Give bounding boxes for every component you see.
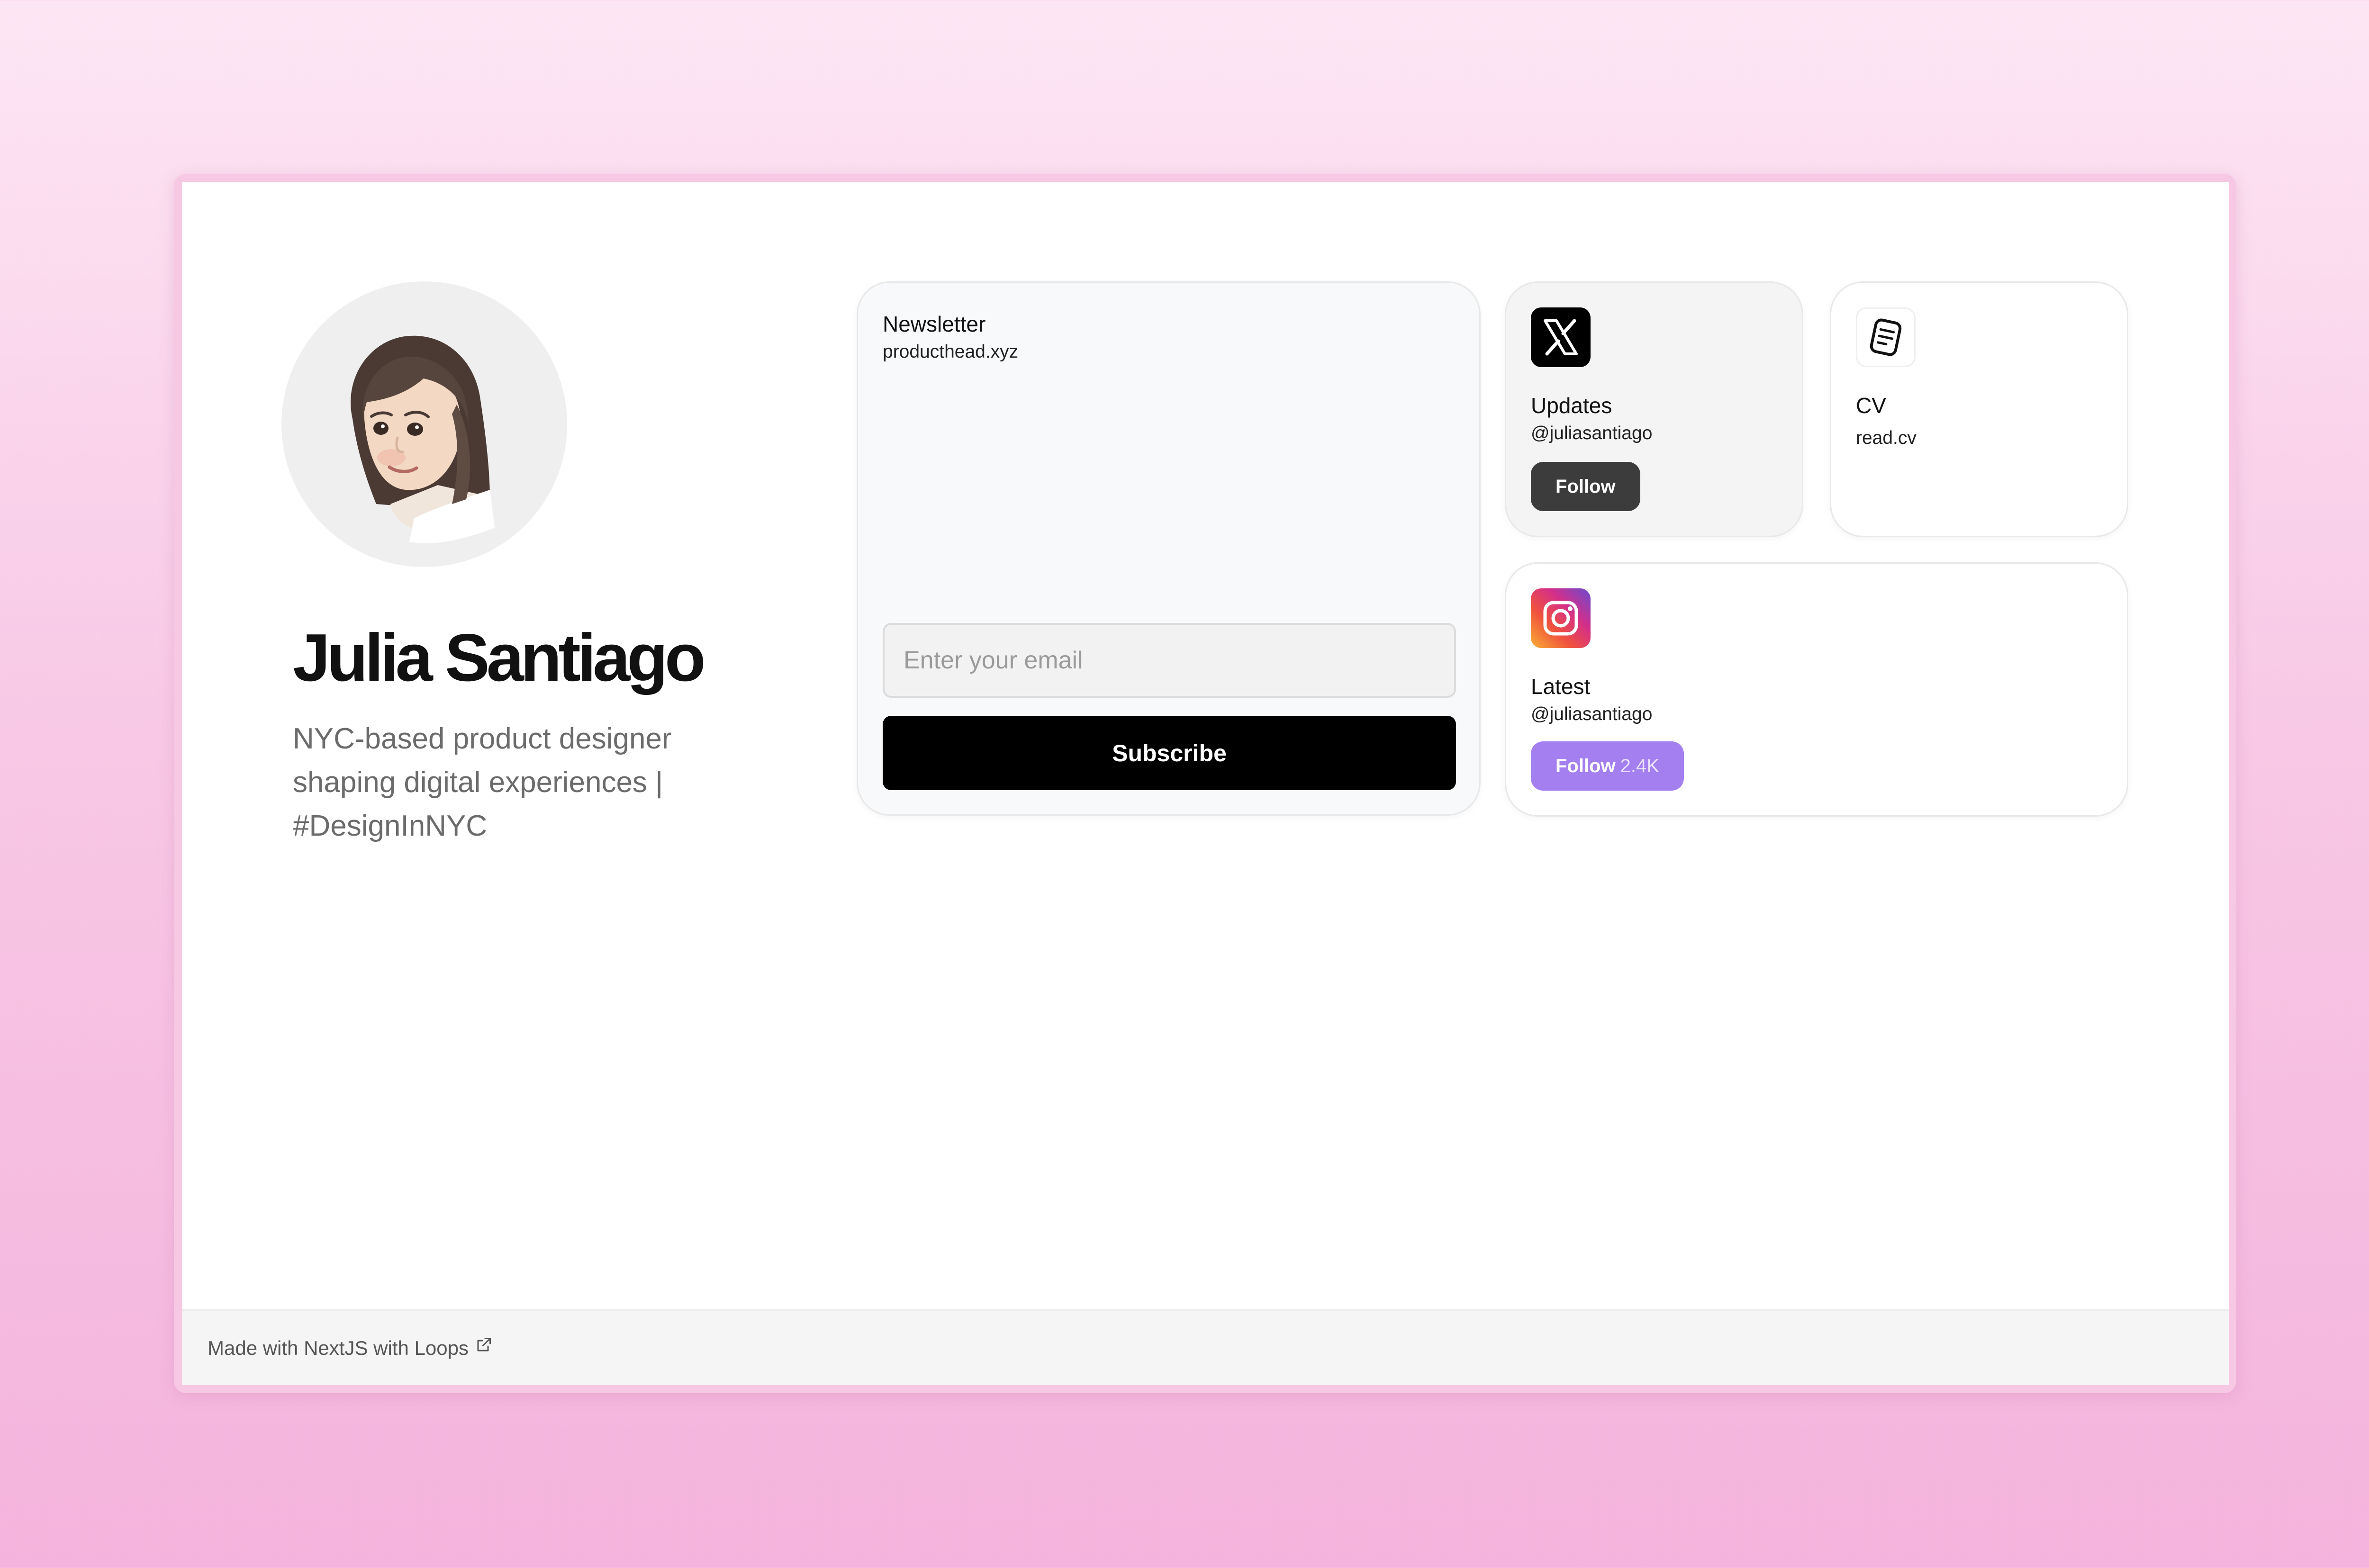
instagram-follow-button[interactable]: Follow 2.4K [1531,741,1684,791]
instagram-icon [1531,588,1591,648]
external-link-icon [477,1337,491,1351]
newsletter-subtitle: producthead.xyz [883,342,1019,362]
footer: Made with NextJS with Loops [182,1309,2229,1385]
cv-card-title: CV [1856,393,1886,418]
x-follow-button[interactable]: Follow [1531,462,1640,511]
email-input[interactable] [883,623,1456,698]
x-card-title: Updates [1531,393,1612,418]
x-updates-card[interactable]: Updates @juliasantiago Follow [1505,281,1803,537]
instagram-follow-label: Follow [1555,755,1616,776]
newsletter-title: Newsletter [883,312,986,336]
cv-card-subtitle: read.cv [1856,428,1917,448]
x-logo-icon [1531,307,1591,367]
document-icon [1856,307,1916,367]
instagram-latest-card[interactable]: Latest @juliasantiago Follow 2.4K [1505,562,2128,817]
instagram-card-handle: @juliasantiago [1531,704,1653,724]
avatar [281,281,567,567]
profile-bio: NYC-based product designer shaping digit… [293,722,672,842]
subscribe-button[interactable]: Subscribe [883,716,1456,790]
memoji-avatar-image [351,335,495,543]
footer-link-text[interactable]: Made with NextJS with Loops [208,1337,469,1360]
cv-card[interactable]: CV read.cv [1830,281,2128,537]
x-card-handle: @juliasantiago [1531,423,1653,443]
newsletter-card: Newsletter producthead.xyz Subscribe [857,281,1481,816]
profile-window: Julia Santiago NYC-based product designe… [182,182,2229,1385]
instagram-card-title: Latest [1531,674,1591,699]
instagram-follower-count: 2.4K [1620,755,1659,776]
profile-name: Julia Santiago [293,620,706,695]
